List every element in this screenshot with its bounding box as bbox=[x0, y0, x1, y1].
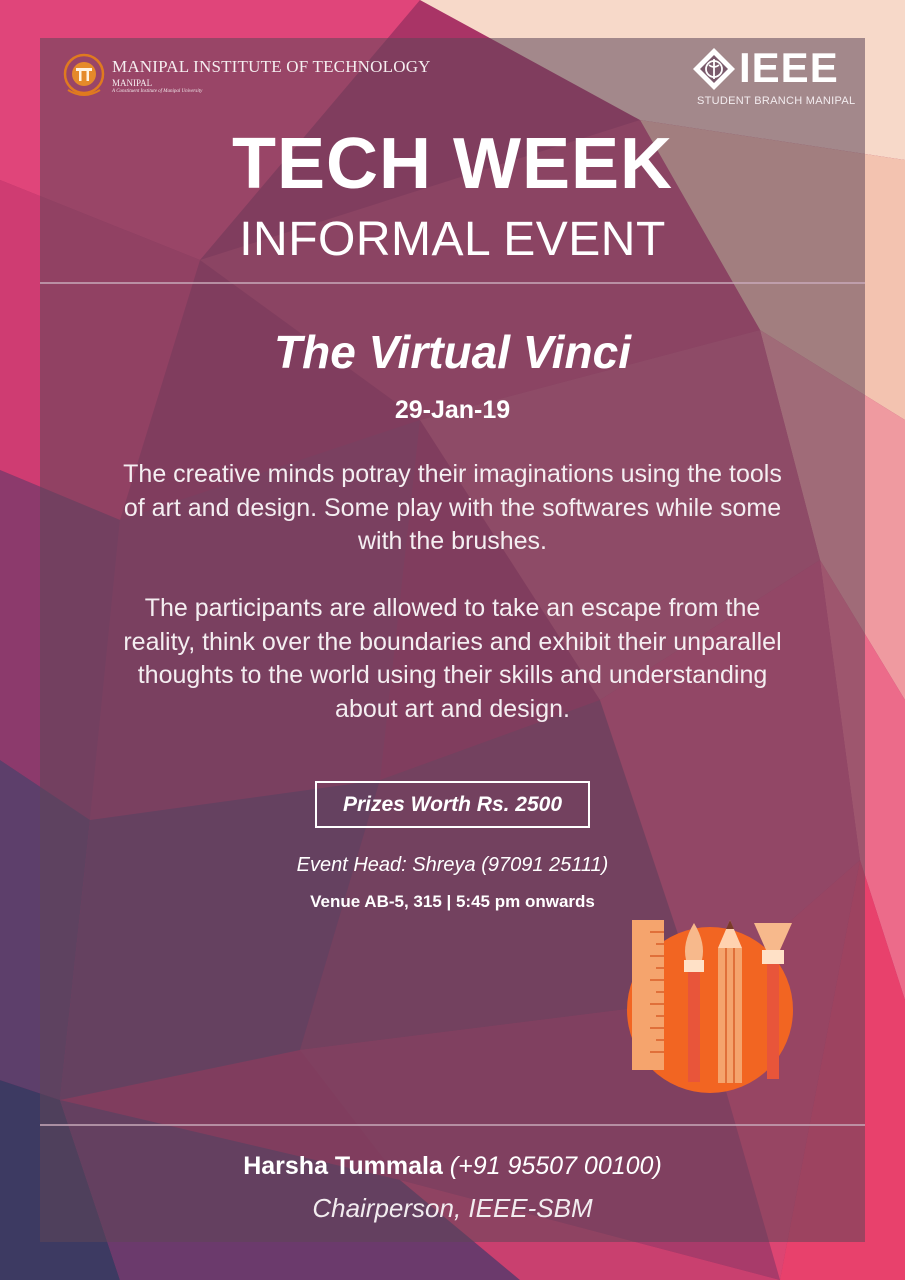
event-description-1: The creative minds potray their imaginat… bbox=[123, 460, 782, 555]
event-description-2: The participants are allowed to take an … bbox=[123, 594, 782, 723]
contact-role: Chairperson, IEEE-SBM bbox=[312, 1193, 593, 1223]
art-tools-icon bbox=[627, 920, 793, 1093]
prize-badge: Prizes Worth Rs. 2500 bbox=[315, 781, 590, 828]
divider-top bbox=[40, 282, 865, 284]
event-date: 29-Jan-19 bbox=[394, 396, 511, 424]
event-head: Event Head: Shreya (97091 25111) bbox=[296, 854, 609, 876]
contact-line: Harsha Tummala (+91 95507 00100) bbox=[0, 1148, 905, 1184]
institute-city: MANIPAL bbox=[112, 78, 153, 88]
event-name: The Virtual Vinci bbox=[274, 326, 631, 378]
ieee-logo-text: IEEE bbox=[739, 44, 839, 91]
poster-title: TECH WEEK bbox=[232, 124, 673, 204]
institute-tagline: A Constituent Institute of Manipal Unive… bbox=[112, 89, 203, 94]
manipal-emblem-icon bbox=[63, 53, 105, 96]
contact-phone: (+91 95507 00100) bbox=[449, 1152, 662, 1180]
event-venue: Venue AB-5, 315 | 5:45 pm onwards bbox=[310, 892, 595, 911]
divider-bottom bbox=[40, 1124, 865, 1126]
institute-name: MANIPAL INSTITUTE OF TECHNOLOGY bbox=[112, 57, 431, 76]
ieee-diamond-icon bbox=[693, 48, 735, 90]
contact-name: Harsha Tummala bbox=[243, 1152, 443, 1180]
ieee-branch-name: STUDENT BRANCH MANIPAL bbox=[697, 95, 856, 107]
poster-subtitle: INFORMAL EVENT bbox=[239, 213, 666, 266]
